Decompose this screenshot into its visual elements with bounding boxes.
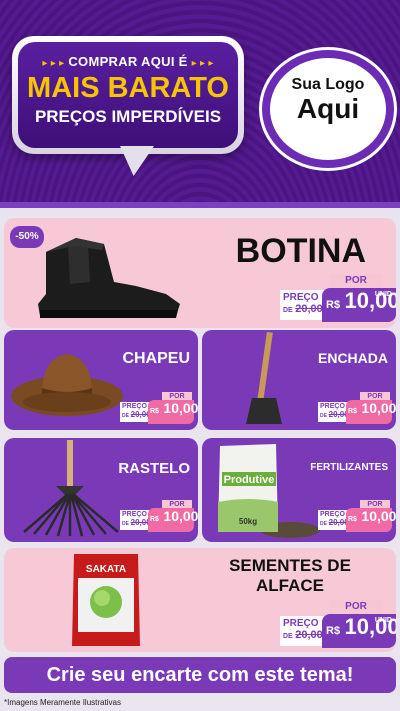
product-name: CHAPEU [122,350,190,367]
product-card-botina[interactable]: -50% BOTINA POR PREÇO DE 20,00 R$ 10,00 … [4,218,396,328]
speech-bubble-tail [120,146,154,176]
hat-icon [11,354,123,416]
boot-icon [38,238,180,318]
current-price: R$ 10,00 [346,400,396,424]
disclaimer-text: *Imagens Meramente Ilustrativas [4,698,121,707]
svg-text:SAKATA: SAKATA [86,564,126,575]
current-price: R$ 10,00 UNID [322,288,396,322]
logo-text-small: Sua Logo [291,76,365,93]
svg-text:Produtive: Produtive [224,474,275,486]
fertilizer-bag-icon: Produtive 50kg [218,444,320,538]
product-card-rastelo[interactable]: RASTELO POR PREÇO DE 20,00 R$ 10,00 [4,438,198,542]
svg-text:50kg: 50kg [239,517,257,526]
current-price: R$ 10,00 [148,508,198,532]
current-price: R$ 10,00 UNID [322,614,396,648]
por-label: POR [330,274,382,288]
current-price: R$ 10,00 [148,400,198,424]
arrow-dots-icon: ▸ ▸ ▸ [191,58,214,69]
old-price: PREÇO DE 20,00 [280,616,324,646]
old-price: PREÇO DE 20,00 [318,510,349,530]
rake-icon [23,440,119,537]
old-price: PREÇO DE 20,00 [120,402,151,422]
product-name: SEMENTES DE ALFACE [229,556,351,595]
logo-placeholder[interactable]: Sua Logo Aqui [262,50,394,168]
product-name: RASTELO [118,460,190,477]
arrow-dots-icon: ▸ ▸ ▸ [42,58,65,69]
current-price: R$ 10,00 [346,508,396,532]
logo-text-big: Aqui [296,93,360,124]
product-card-sementes[interactable]: SAKATA SEMENTES DE ALFACE POR PREÇO DE 2… [4,548,396,652]
product-name: BOTINA [235,232,366,270]
promo-headline: MAIS BARATO [27,72,229,104]
cta-banner[interactable]: Crie seu encarte com este tema! [4,657,396,693]
hoe-icon [246,332,282,424]
promo-line-1: COMPRAR AQUI É [68,54,188,69]
old-price: PREÇO DE 20,00 [318,402,349,422]
old-price: PREÇO DE 20,00 [120,510,151,530]
por-label: POR [330,600,382,614]
header-banner: ▸ ▸ ▸ COMPRAR AQUI É ▸ ▸ ▸ MAIS BARATO P… [0,0,400,208]
product-name: ENCHADA [318,350,388,366]
product-card-enchada[interactable]: ENCHADA POR PREÇO DE 20,00 R$ 10,00 [202,330,396,430]
promo-subheadline: PREÇOS IMPERDÍVEIS [34,107,222,126]
product-card-fertilizantes[interactable]: Produtive 50kg FERTILIZANTES POR PREÇO D… [202,438,396,542]
product-name: FERTILIZANTES [310,462,388,473]
product-card-chapeu[interactable]: CHAPEU POR PREÇO DE 20,00 R$ 10,00 [4,330,198,430]
old-price: PREÇO DE 20,00 [280,290,324,320]
promo-speech-bubble: ▸ ▸ ▸ COMPRAR AQUI É ▸ ▸ ▸ MAIS BARATO P… [12,36,244,154]
seed-packet-icon: SAKATA [72,554,140,646]
